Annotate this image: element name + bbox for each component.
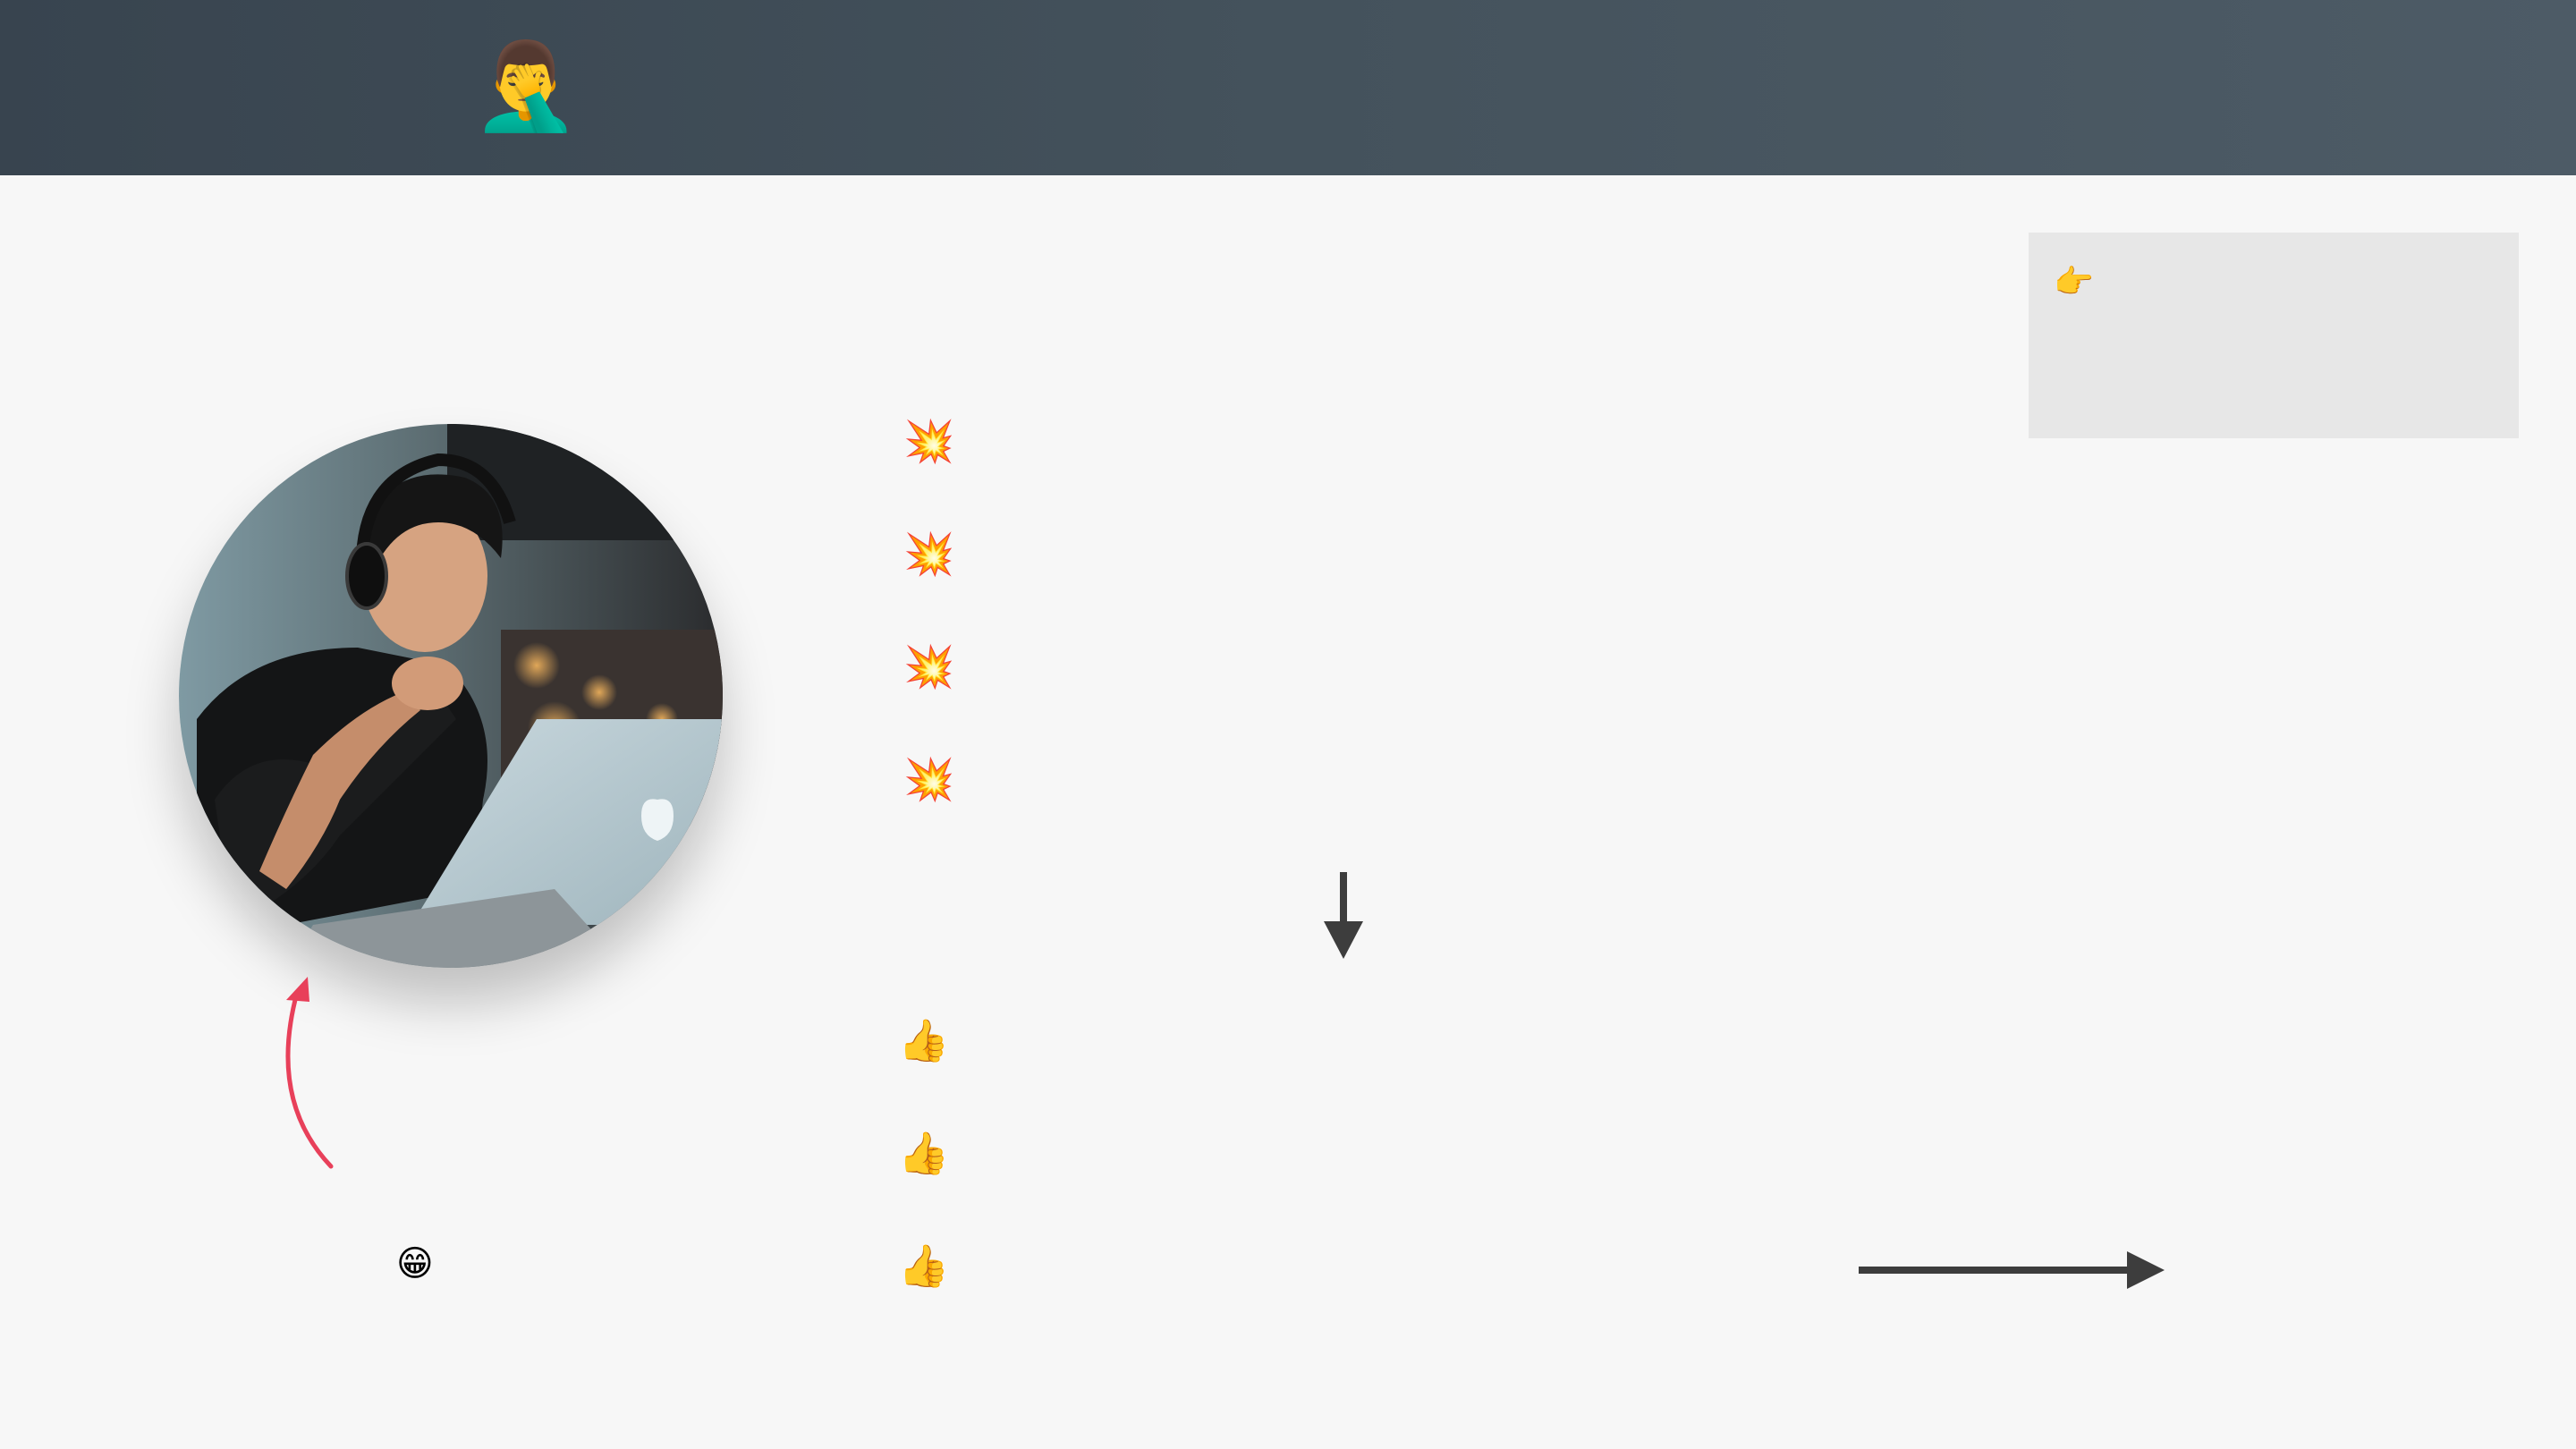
grinning-face-icon: 😁 (396, 1243, 434, 1284)
problem-bullet-icon: 💥 (903, 755, 955, 803)
profile-photo (179, 424, 723, 968)
pointing-right-icon: 👉 (2054, 264, 2094, 301)
benefit-bullet-icon: 👍 (898, 1129, 950, 1177)
problem-bullet-icon: 💥 (903, 530, 955, 578)
slide: 🤦‍♂️ 👉 (0, 0, 2576, 1449)
curved-arrow-icon (285, 977, 334, 1169)
problem-bullet-icon: 💥 (903, 417, 955, 465)
note-box: 👉 (2029, 233, 2519, 438)
benefit-bullet-icon: 👍 (898, 1016, 950, 1064)
down-arrow-icon (1324, 872, 1363, 959)
problem-bullet-icon: 💥 (903, 642, 955, 691)
face-palm-icon: 🤦‍♂️ (472, 36, 580, 136)
right-arrow-icon (1859, 1251, 2165, 1289)
header-bar: 🤦‍♂️ (0, 0, 2576, 175)
person-at-laptop-image (179, 424, 723, 968)
benefit-bullet-icon: 👍 (898, 1241, 950, 1290)
